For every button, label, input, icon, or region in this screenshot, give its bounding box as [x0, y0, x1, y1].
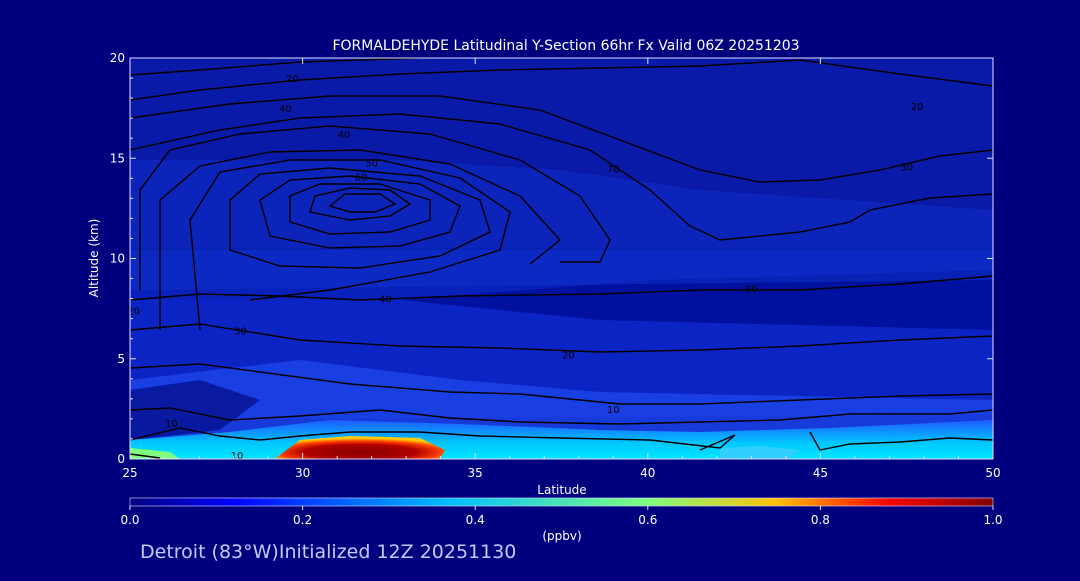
contour-label: 30: [745, 285, 758, 296]
x-tick-label: 25: [122, 466, 137, 480]
contour-label: 30: [900, 162, 913, 173]
colorbar-tick-label: 0.0: [120, 513, 139, 527]
colorbar-tick-label: 0.2: [293, 513, 312, 527]
contour-label: 10: [607, 405, 620, 416]
contour-label: 40: [379, 295, 392, 306]
contour-label: 10: [165, 419, 178, 430]
contour-label: 10: [231, 451, 244, 462]
figure: 20 40 40 50 60 70 20 30 40 30 30 20 10 10 10 20 25 30 35 4…: [0, 0, 1080, 576]
y-tick-label: 0: [117, 452, 125, 466]
colorbar-unit-label: (ppbv): [542, 529, 581, 543]
location-caption: Detroit (83°W)Initialized 12Z 20251130: [140, 541, 517, 563]
colorbar-ticks: 0.0 0.2 0.4 0.6 0.8 1.0: [120, 506, 1003, 527]
colorbar-tick-label: 1.0: [983, 513, 1002, 527]
contour-label: 40: [279, 104, 292, 115]
y-tick-label: 20: [110, 51, 125, 65]
contour-label: 70: [607, 164, 620, 175]
chart-title: FORMALDEHYDE Latitudinal Y-Section 66hr …: [332, 38, 799, 54]
y-tick-label: 5: [117, 352, 125, 366]
colorbar: 0.0 0.2 0.4 0.6 0.8 1.0 (ppbv): [120, 497, 1003, 543]
colorbar-tick-label: 0.6: [638, 513, 657, 527]
y-tick-label: 15: [110, 151, 125, 165]
colorbar-tick-label: 0.4: [466, 513, 485, 527]
contour-label: 20: [562, 351, 575, 362]
colorbar-tick-label: 0.8: [811, 513, 830, 527]
x-tick-label: 30: [295, 466, 310, 480]
y-axis-label: Altitude (km): [87, 219, 101, 298]
cross-section-chart: 20404050607020304030302010101020 25 30 35 4…: [87, 38, 1003, 543]
y-tick-label: 10: [110, 252, 125, 266]
contour-label: 40: [338, 130, 351, 141]
x-tick-label: 40: [640, 466, 655, 480]
contour-label: 60: [355, 172, 368, 183]
contour-label: 30: [234, 327, 247, 338]
x-tick-label: 35: [468, 466, 483, 480]
contour-label: 50: [365, 158, 378, 169]
x-tick-label: 50: [985, 466, 1000, 480]
contour-label: 20: [911, 102, 924, 113]
colorbar-ramp: [129, 497, 994, 507]
x-tick-label: 45: [813, 466, 828, 480]
x-axis-label: Latitude: [537, 483, 586, 497]
contour-label: 20: [286, 74, 299, 85]
contour-label: 20: [127, 307, 140, 318]
